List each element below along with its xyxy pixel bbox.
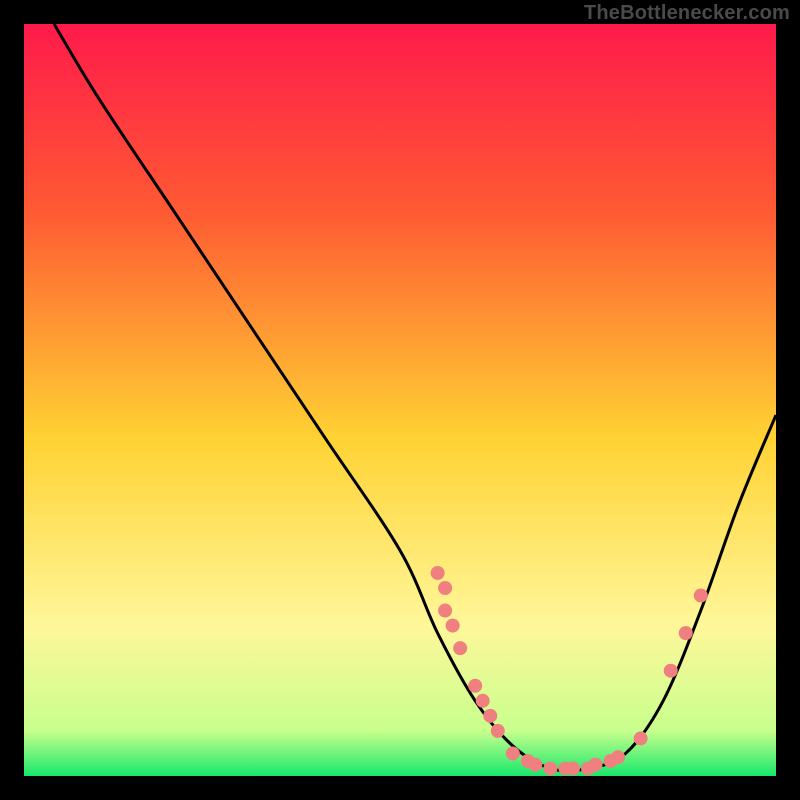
data-point bbox=[634, 731, 648, 745]
data-point bbox=[566, 761, 580, 775]
data-point bbox=[438, 604, 452, 618]
data-point bbox=[543, 761, 557, 775]
data-point bbox=[476, 694, 490, 708]
data-point bbox=[694, 589, 708, 603]
attribution-label: TheBottlenecker.com bbox=[584, 2, 790, 25]
data-point bbox=[528, 758, 542, 772]
data-point bbox=[438, 581, 452, 595]
data-point bbox=[664, 664, 678, 678]
bottleneck-chart bbox=[24, 24, 776, 776]
data-point bbox=[446, 619, 460, 633]
data-point bbox=[483, 709, 497, 723]
gradient-background bbox=[24, 24, 776, 776]
data-point bbox=[589, 758, 603, 772]
data-point bbox=[611, 750, 625, 764]
data-point bbox=[468, 679, 482, 693]
chart-frame bbox=[24, 24, 776, 776]
data-point bbox=[506, 746, 520, 760]
data-point bbox=[491, 724, 505, 738]
data-point bbox=[431, 566, 445, 580]
data-point bbox=[453, 641, 467, 655]
data-point bbox=[679, 626, 693, 640]
